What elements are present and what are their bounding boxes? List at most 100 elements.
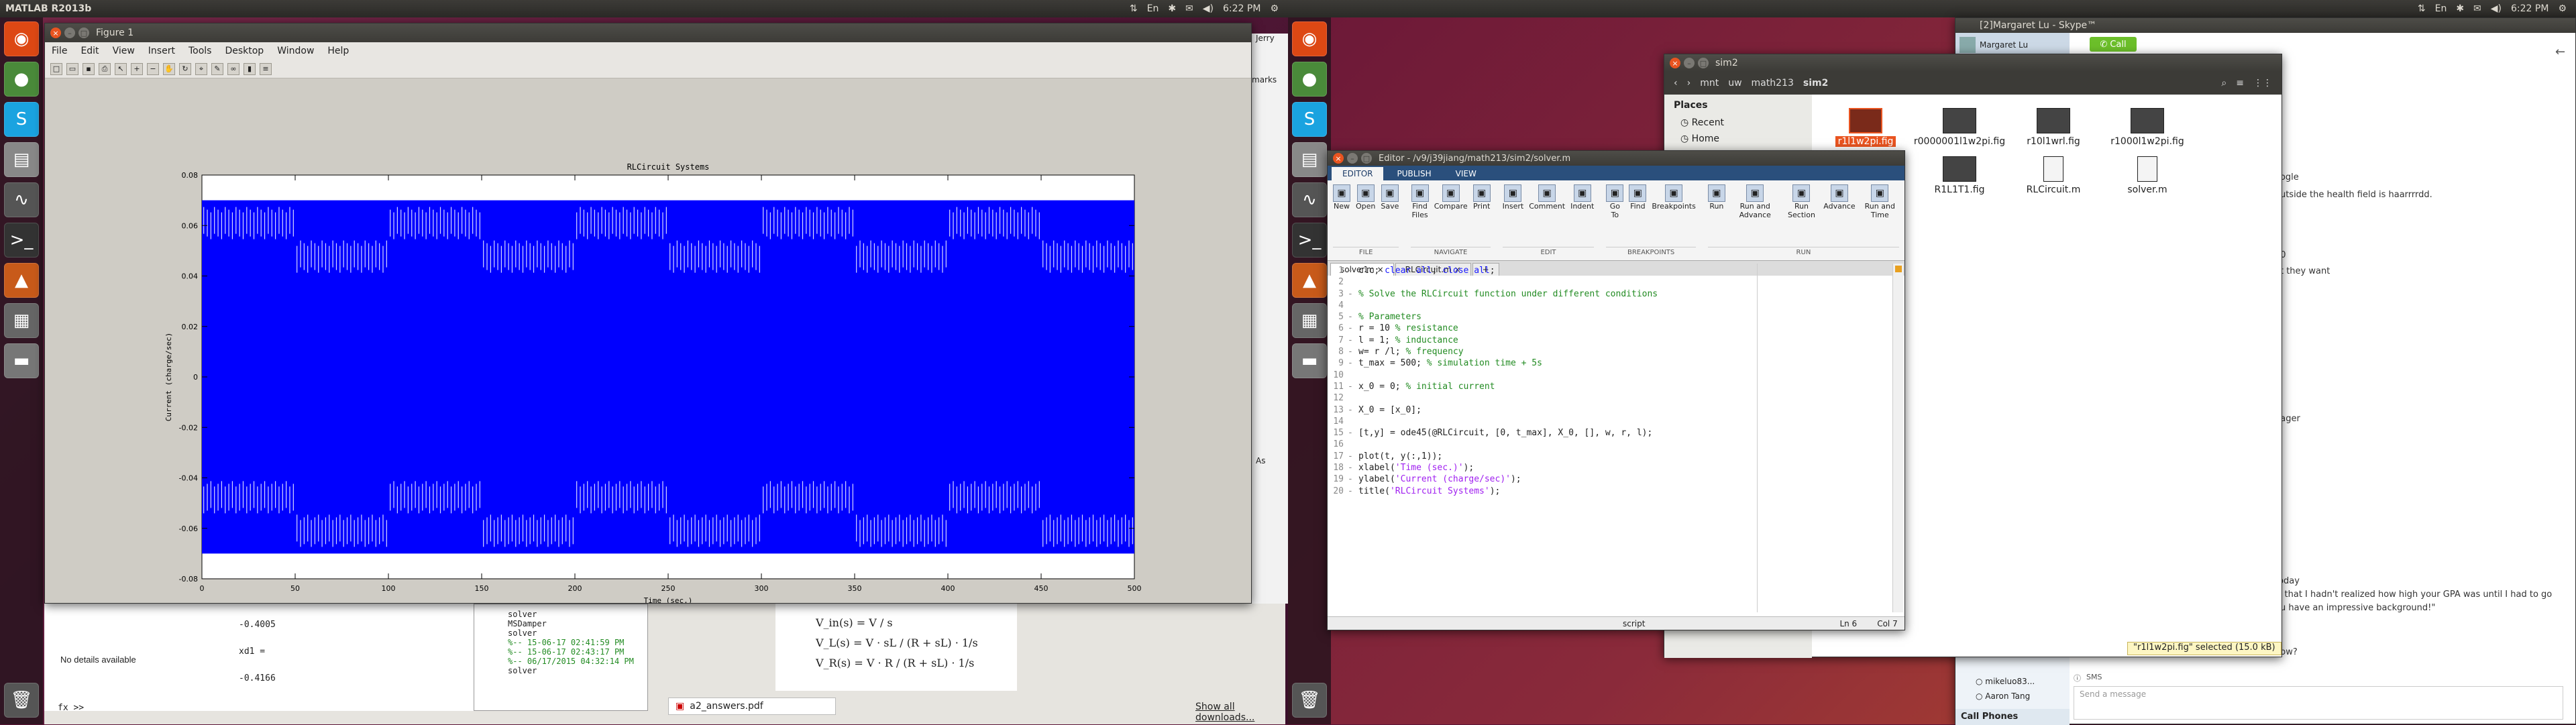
trash-icon-2[interactable]: 🗑 (1292, 683, 1327, 718)
search-icon[interactable]: ⌕ (2221, 78, 2226, 89)
ribbon-button[interactable]: ▣ Compare (1434, 184, 1468, 219)
sidebar-item-recent[interactable]: ◷ Recent (1680, 115, 1796, 131)
zoom-in-icon[interactable]: + (131, 62, 143, 75)
menu-edit[interactable]: Edit (80, 46, 99, 56)
tray-item-4[interactable]: ◀) (1203, 3, 1214, 14)
code-line[interactable]: 8- w= r /l; % frequency (1328, 346, 1757, 357)
files-icon-2[interactable]: ▤ (1292, 142, 1327, 177)
code-line[interactable]: 4 (1328, 300, 1757, 311)
code-line[interactable]: 3-% Solve the RLCircuit function under d… (1328, 288, 1757, 300)
close-icon[interactable]: × (50, 27, 61, 38)
history-item[interactable]: %-- 15-06-17 02:43:17 PM (508, 647, 647, 657)
code-line[interactable]: 1- clc; clear all; close all; (1328, 265, 1757, 276)
breadcrumb-item[interactable]: mnt (1700, 78, 1719, 89)
file-item[interactable]: RLCircuit.m (2006, 156, 2100, 195)
command-prompt[interactable]: fx >> (58, 703, 84, 713)
tray-item-6[interactable]: ⚙ (2558, 3, 2567, 14)
sms-toggle[interactable]: SMS (2086, 673, 2102, 685)
ribbon-button[interactable]: ▣ Indent (1570, 184, 1594, 211)
code-line[interactable]: 20- title('RLCircuit Systems'); (1328, 486, 1757, 497)
terminal-icon[interactable]: >_ (4, 223, 39, 258)
code-line[interactable]: 19- ylabel('Current (charge/sec)'); (1328, 473, 1757, 485)
file-item[interactable]: r1l1w2pi.fig (1819, 108, 1913, 147)
print-icon[interactable]: ⎙ (99, 62, 111, 75)
code-line[interactable]: 6-r = 10 % resistance (1328, 323, 1757, 334)
call-phones-button[interactable]: Call Phones (1955, 709, 2070, 725)
history-item[interactable]: %-- 15-06-17 02:41:59 PM (508, 638, 647, 647)
ribbon-button[interactable]: ▣ Comment (1529, 184, 1565, 211)
ribbon-button[interactable]: ▣ Run Section (1785, 184, 1819, 219)
matlab-icon-2[interactable]: ▲ (1292, 263, 1327, 298)
right-system-tray[interactable]: ⇅ En ✱ ✉ ◀) 6:22 PM ⚙ (2418, 3, 2576, 14)
system-monitor-icon-2[interactable]: ∿ (1292, 182, 1327, 217)
tray-item-3[interactable]: ✉ (2473, 3, 2481, 14)
maximize-icon[interactable]: □ (78, 27, 89, 38)
minimize-icon[interactable]: – (64, 27, 75, 38)
forward-icon[interactable]: › (1687, 78, 1691, 89)
rlcircuit-plot[interactable]: 0 50 100 150 200 250 300 350 400 450 500 0.08 0.06 0.… (45, 78, 1251, 605)
file-item[interactable]: r1000l1w2pi.fig (2100, 108, 2194, 147)
tray-item-2[interactable]: ✱ (1168, 3, 1176, 14)
open-file-icon[interactable]: ▭ (66, 62, 78, 75)
code-area[interactable]: 1- clc; clear all; close all; 2 3-% Solve t… (1328, 264, 1757, 612)
ribbon-tab-publish[interactable]: PUBLISH (1386, 167, 1442, 180)
fm-minimize-icon[interactable]: – (1684, 58, 1695, 68)
code-line[interactable]: 14 (1328, 416, 1757, 427)
contact-item[interactable]: ○ Aaron Tang (1955, 689, 2070, 704)
history-item[interactable]: solver (508, 610, 647, 619)
pan-icon[interactable]: ✋ (163, 62, 175, 75)
workspace-switcher-icon-2[interactable]: ▦ (1292, 303, 1327, 338)
ribbon-button[interactable]: ▣ Run (1707, 184, 1725, 219)
download-item[interactable]: ▣ a2_answers.pdf (668, 698, 836, 715)
command-history[interactable]: solver MSDamper solver %-- 15-06-17 02:41:5… (474, 604, 648, 711)
breadcrumb-item[interactable]: math213 (1752, 78, 1794, 89)
code-line[interactable]: 7-l = 1; % inductance (1328, 335, 1757, 346)
tray-item-5[interactable]: 6:22 PM (2511, 3, 2548, 14)
left-system-tray[interactable]: ⇅ En ✱ ✉ ◀) 6:22 PM ⚙ (1130, 3, 1288, 14)
legend-icon[interactable]: ≡ (260, 62, 272, 75)
tray-item-3[interactable]: ✉ (1185, 3, 1193, 14)
rotate-icon[interactable]: ↻ (179, 62, 191, 75)
menu-view[interactable]: View (113, 46, 135, 56)
tray-item-4[interactable]: ◀) (2491, 3, 2502, 14)
message-input[interactable]: Send a message (2074, 686, 2563, 720)
ubuntu-dash-icon[interactable]: ◉ (4, 21, 39, 56)
code-line[interactable]: 16 (1328, 439, 1757, 450)
code-line[interactable]: 9- t_max = 500; % simulation time + 5s (1328, 357, 1757, 369)
data-cursor-icon[interactable]: ⌖ (195, 62, 207, 75)
history-item[interactable]: %-- 06/17/2015 04:32:14 PM (508, 657, 647, 666)
code-line[interactable]: 12 (1328, 392, 1757, 404)
terminal-icon-2[interactable]: >_ (1292, 223, 1327, 258)
ribbon-button[interactable]: ▣ Run and Time (1861, 184, 1899, 219)
trash-icon[interactable]: 🗑 (4, 683, 39, 718)
tray-item-2[interactable]: ✱ (2456, 3, 2464, 14)
breadcrumb-item[interactable]: sim2 (1803, 78, 1828, 89)
code-line[interactable]: 17- plot(t, y(:,1)); (1328, 451, 1757, 462)
ribbon-button[interactable]: ▣ Run and Advance (1731, 184, 1780, 219)
ribbon-button[interactable]: ▣ Print (1472, 184, 1491, 219)
tray-item-5[interactable]: 6:22 PM (1223, 3, 1260, 14)
code-line[interactable]: 5-% Parameters (1328, 311, 1757, 323)
fm-close-icon[interactable]: × (1670, 58, 1680, 68)
new-figure-icon[interactable]: □ (50, 62, 62, 75)
skype-icon[interactable]: S (4, 102, 39, 137)
menu-insert[interactable]: Insert (148, 46, 175, 56)
history-item[interactable]: MSDamper (508, 619, 647, 628)
code-analyzer-bar[interactable] (1892, 264, 1903, 612)
editor-close-icon[interactable]: × (1333, 153, 1344, 164)
history-item[interactable]: solver (508, 628, 647, 638)
tray-item-0[interactable]: ⇅ (1130, 3, 1138, 14)
menu-window[interactable]: Window (277, 46, 314, 56)
code-line[interactable]: 13- X_0 = [x_0]; (1328, 404, 1757, 416)
file-item[interactable]: r10l1wrl.fig (2006, 108, 2100, 147)
ribbon-button[interactable]: ▣ Find (1629, 184, 1647, 219)
breadcrumb-item[interactable]: uw (1728, 78, 1741, 89)
file-item[interactable]: R1L1T1.fig (1913, 156, 2006, 195)
ribbon-button[interactable]: ▣ Find Files (1411, 184, 1429, 219)
sidebar-item-home[interactable]: ◷ Home (1680, 131, 1796, 147)
ribbon-tab-editor[interactable]: EDITOR (1332, 167, 1384, 180)
show-all-downloads-link[interactable]: Show all downloads... (1195, 702, 1285, 723)
call-button[interactable]: ✆ Call (2090, 37, 2137, 52)
matlab-icon[interactable]: ▲ (4, 263, 39, 298)
ribbon-button[interactable]: ▣ New (1333, 184, 1350, 211)
